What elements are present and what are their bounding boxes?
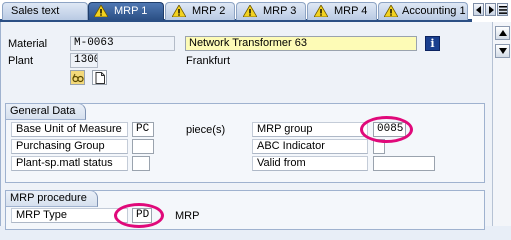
mrp-type-field[interactable]: PD xyxy=(132,208,152,223)
tab-warning-icon xyxy=(313,4,329,18)
tab-label: Sales text xyxy=(11,5,60,17)
tab-scroll-left-button[interactable] xyxy=(473,3,484,16)
tab-mrp-4[interactable]: MRP 4 xyxy=(307,2,377,20)
tab-label: MRP 2 xyxy=(192,5,226,17)
purchasing-group-label: Purchasing Group xyxy=(11,139,128,154)
mrp-type-text: MRP xyxy=(175,210,200,222)
vertical-scrollbar[interactable] xyxy=(492,22,511,226)
tab-label: Accounting 1 xyxy=(402,5,466,17)
base-uom-label: Base Unit of Measure xyxy=(11,122,128,137)
general-data-title: General Data xyxy=(5,103,87,120)
mrp-procedure-title: MRP procedure xyxy=(5,190,98,207)
tab-warning-icon xyxy=(93,4,109,18)
mrp-type-label: MRP Type xyxy=(11,208,128,223)
tab-label: MRP 3 xyxy=(263,5,297,17)
document-icon xyxy=(95,72,105,84)
tab-mrp-2[interactable]: MRP 2 xyxy=(165,2,235,20)
abc-indicator-label: ABC Indicator xyxy=(252,139,368,154)
scroll-down-button[interactable] xyxy=(495,44,510,58)
info-button[interactable]: i xyxy=(425,36,440,51)
valid-from-label: Valid from xyxy=(252,156,368,171)
mrp-group-field[interactable]: 0085 xyxy=(373,122,406,137)
tab-warning-icon xyxy=(171,4,187,18)
plant-field[interactable]: 1300 xyxy=(70,53,98,68)
abc-indicator-field[interactable] xyxy=(373,139,385,154)
purchasing-group-field[interactable] xyxy=(132,139,154,154)
plant-name: Frankfurt xyxy=(186,55,231,67)
plant-label: Plant xyxy=(8,55,34,67)
tab-label: MRP 1 xyxy=(114,5,148,17)
document-button[interactable] xyxy=(92,70,107,85)
base-uom-text: piece(s) xyxy=(186,124,226,136)
tab-mrp-3[interactable]: MRP 3 xyxy=(236,2,306,20)
valid-from-field[interactable] xyxy=(373,156,435,171)
tab-list-button[interactable] xyxy=(497,3,508,16)
additional-data-button[interactable] xyxy=(70,70,85,85)
material-description-field[interactable]: Network Transformer 63 xyxy=(185,36,417,51)
base-uom-field[interactable]: PC xyxy=(132,122,154,137)
tab-scroll-right-button[interactable] xyxy=(485,3,496,16)
plant-sp-status-field[interactable] xyxy=(132,156,150,171)
mrp-group-label: MRP group xyxy=(252,122,368,137)
tab-mrp-1[interactable]: MRP 1 xyxy=(88,2,164,20)
material-field[interactable]: M-0063 xyxy=(70,36,175,51)
plant-sp-status-label: Plant-sp.matl status xyxy=(11,156,128,171)
tab-accounting-1[interactable]: Accounting 1 xyxy=(378,2,468,20)
glasses-icon xyxy=(72,73,84,83)
tab-label: MRP 4 xyxy=(334,5,368,17)
material-label: Material xyxy=(8,38,48,50)
tab-sales-text[interactable]: Sales text xyxy=(2,2,88,20)
tab-warning-icon xyxy=(383,4,399,18)
tab-warning-icon xyxy=(242,4,258,18)
scroll-up-button[interactable] xyxy=(495,26,510,40)
